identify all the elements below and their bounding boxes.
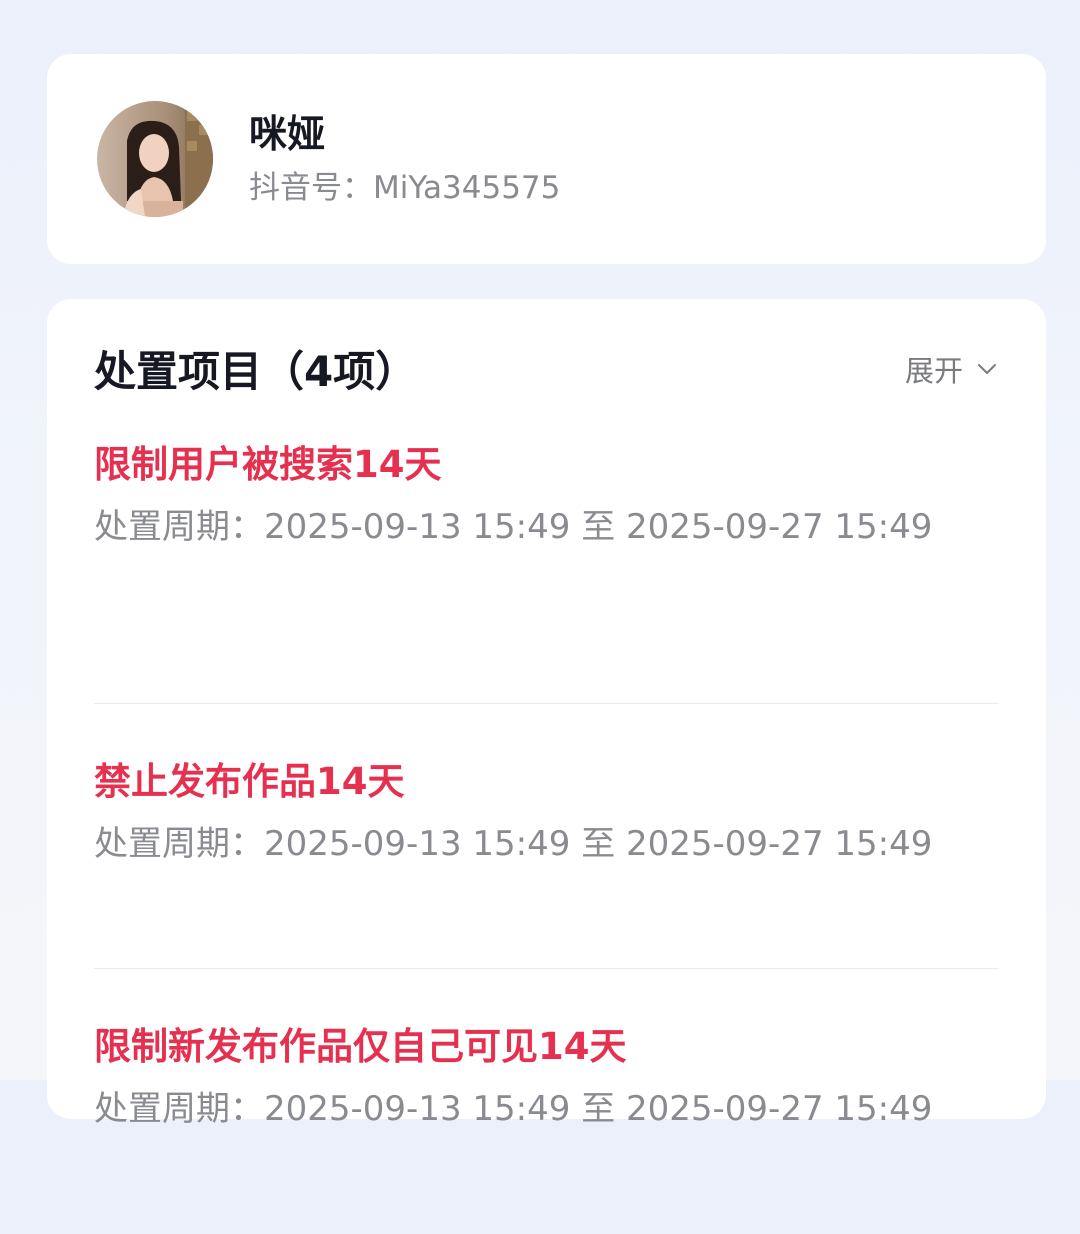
avatar-image xyxy=(97,101,213,217)
chevron-down-icon xyxy=(975,357,999,385)
penalty-item: 限制用户被搜索14天 处置周期：2025-09-13 15:49 至 2025-… xyxy=(94,439,999,704)
section-title: 处置项目（4项） xyxy=(94,347,418,396)
period-value: 2025-09-13 15:49 至 2025-09-27 15:49 xyxy=(264,507,933,547)
profile-card: 咪娅 抖音号：MiYa345575 xyxy=(47,54,1046,264)
period-label: 处置周期： xyxy=(94,824,264,864)
user-id-value: MiYa345575 xyxy=(373,170,561,206)
penalty-item-period: 处置周期：2025-09-13 15:49 至 2025-09-27 15:49 xyxy=(94,1084,974,1134)
period-value: 2025-09-13 15:49 至 2025-09-27 15:49 xyxy=(264,1089,933,1129)
user-name: 咪娅 xyxy=(249,112,326,156)
penalty-item-period: 处置周期：2025-09-13 15:49 至 2025-09-27 15:49 xyxy=(94,502,974,552)
user-avatar[interactable] xyxy=(97,101,213,217)
penalty-item-title: 禁止发布作品14天 xyxy=(94,760,405,803)
user-id-label: 抖音号： xyxy=(249,170,373,206)
period-label: 处置周期： xyxy=(94,1089,264,1129)
user-id: 抖音号：MiYa345575 xyxy=(249,166,560,210)
penalty-item-title: 限制用户被搜索14天 xyxy=(94,443,442,486)
penalty-item: 禁止发布作品14天 处置周期：2025-09-13 15:49 至 2025-0… xyxy=(94,704,999,969)
penalty-card: 处置项目（4项） 展开 限制用户被搜索14天 处置周期：2025-09-13 1… xyxy=(47,299,1046,1129)
expand-label: 展开 xyxy=(904,354,963,388)
expand-button[interactable]: 展开 xyxy=(905,349,999,393)
penalty-item-period: 处置周期：2025-09-13 15:49 至 2025-09-27 15:49 xyxy=(94,819,974,869)
penalty-item-title: 限制新发布作品仅自己可见14天 xyxy=(94,1025,627,1068)
period-value: 2025-09-13 15:49 至 2025-09-27 15:49 xyxy=(264,824,933,864)
penalty-item: 限制新发布作品仅自己可见14天 处置周期：2025-09-13 15:49 至 … xyxy=(94,969,999,1234)
period-label: 处置周期： xyxy=(94,507,264,547)
section-header: 处置项目（4项） 展开 xyxy=(94,299,999,439)
